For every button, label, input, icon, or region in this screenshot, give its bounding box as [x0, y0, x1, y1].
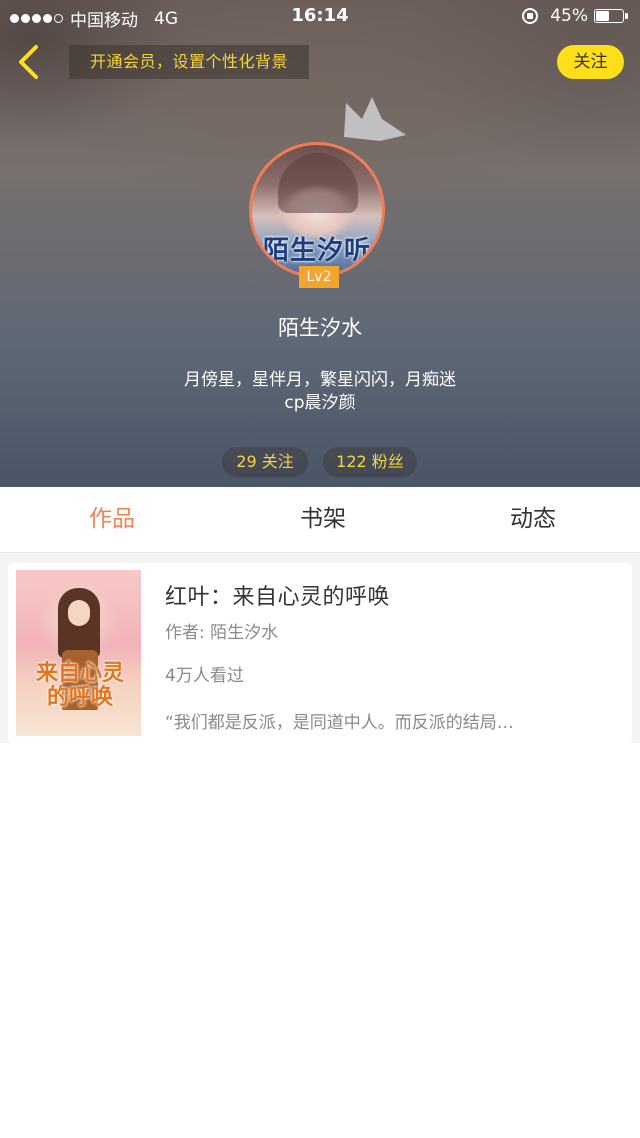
profile-tabs: 作品 书架 动态	[0, 487, 640, 553]
tab-activity[interactable]: 动态	[473, 487, 593, 552]
battery-area: 45%	[522, 6, 628, 26]
status-bar: 中国移动 4G 16:14 45%	[0, 0, 640, 34]
bio-line: 月傍星，星伴月，繁星闪闪，月痴迷	[184, 370, 456, 390]
bio-line: cp晨汐颜	[284, 393, 356, 413]
battery-percent: 45%	[550, 6, 588, 26]
level-badge: Lv2	[299, 266, 339, 288]
vip-background-banner[interactable]: 开通会员，设置个性化背景	[69, 45, 309, 79]
following-count[interactable]: 29 关注	[222, 447, 308, 477]
cover-title: 来自心灵的呼唤	[35, 661, 124, 710]
avatar-hair	[278, 153, 358, 213]
avatar-caption: 陌生汐听	[262, 236, 371, 266]
rotation-lock-icon	[522, 8, 539, 24]
profile-header: 中国移动 4G 16:14 45% 开通会员，设置个性化背景 关注 陌生汐听 L…	[0, 0, 640, 487]
followers-count[interactable]: 122 粉丝	[323, 447, 417, 477]
battery-icon	[594, 9, 624, 23]
work-title[interactable]: 红叶：来自心灵的呼唤	[165, 579, 390, 611]
battery-cap-icon	[625, 13, 628, 19]
work-card[interactable]: 来自心灵的呼唤 红叶：来自心灵的呼唤 作者: 陌生汐水 4万人看过 “我们都是反…	[8, 563, 632, 743]
work-excerpt: “我们都是反派，是同道中人。而反派的结局…	[165, 713, 514, 733]
follow-button[interactable]: 关注	[557, 45, 624, 79]
tab-bookshelf[interactable]: 书架	[263, 487, 383, 552]
work-author: 作者: 陌生汐水	[165, 623, 279, 643]
user-bio: 月傍星，星伴月，繁星闪闪，月痴迷 cp晨汐颜	[0, 369, 640, 415]
battery-level	[596, 11, 609, 21]
tab-works[interactable]: 作品	[52, 487, 172, 552]
back-button[interactable]	[10, 40, 50, 84]
crown-icon	[344, 97, 406, 141]
cover-figure-face	[68, 600, 90, 626]
chevron-left-icon	[19, 45, 38, 79]
avatar[interactable]: 陌生汐听	[249, 142, 385, 278]
work-views: 4万人看过	[165, 666, 244, 686]
username: 陌生汐水	[278, 316, 362, 340]
book-cover[interactable]: 来自心灵的呼唤	[16, 570, 141, 736]
